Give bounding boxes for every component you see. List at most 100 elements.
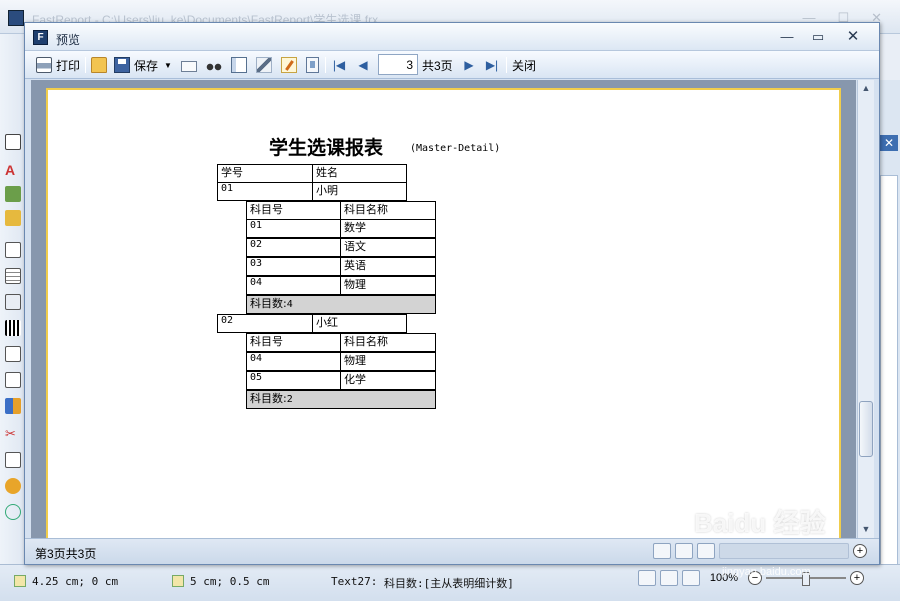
- student-name: 小明: [312, 182, 407, 201]
- course-count-value: 4: [286, 299, 293, 310]
- next-page-icon: ▶: [464, 58, 474, 72]
- toolbar-separator: [325, 57, 326, 73]
- watermark-button[interactable]: [305, 56, 319, 74]
- find-button[interactable]: [206, 56, 222, 74]
- size-readout: 5 cm; 0.5 cm: [172, 575, 269, 588]
- detail-header-cell: 科目名称: [340, 201, 436, 220]
- course-code: 04: [246, 276, 341, 295]
- next-page-button[interactable]: ▶: [461, 56, 477, 74]
- folder-icon: [91, 57, 107, 73]
- scroll-down-icon[interactable]: ▼: [858, 521, 874, 537]
- preview-window: F 预览 — ▭ ✕ 打印 保存 ▼ |◀ ◀ 3 共3页 ▶ ▶| 关闭 学生…: [24, 22, 880, 565]
- subreport-tool-icon[interactable]: [5, 242, 21, 258]
- multi-page-icon[interactable]: [681, 570, 700, 586]
- course-name: 物理: [340, 352, 436, 371]
- course-code: 01: [246, 219, 341, 238]
- print-label: 打印: [56, 58, 81, 73]
- edit-page-button[interactable]: [281, 56, 297, 74]
- position-value: 4.25 cm; 0 cm: [32, 575, 119, 588]
- zoom-in-icon[interactable]: +: [850, 571, 864, 585]
- first-page-icon: |◀: [332, 58, 346, 72]
- page-number-input[interactable]: 3: [378, 54, 418, 75]
- preview-maximize-icon[interactable]: ▭: [808, 29, 828, 45]
- barcode-tool-icon[interactable]: [5, 320, 21, 336]
- binoculars-icon: [206, 57, 222, 73]
- toolbar-separator: [506, 57, 507, 73]
- first-page-button[interactable]: |◀: [331, 56, 347, 74]
- save-label: 保存: [134, 58, 159, 73]
- preview-toolbar: 打印 保存 ▼ |◀ ◀ 3 共3页 ▶ ▶| 关闭: [25, 51, 879, 79]
- page-view-icon[interactable]: [637, 570, 656, 586]
- course-code: 04: [246, 352, 341, 371]
- watermark-logo: Baidu 经验: [694, 508, 826, 538]
- course-count-value: 2: [286, 394, 293, 405]
- page-view-icon[interactable]: [653, 543, 671, 559]
- single-page-icon[interactable]: [659, 570, 678, 586]
- preview-canvas[interactable]: 学生选课报表 (Master-Detail) 学号 姓名 01 小明 科目号 科…: [31, 80, 856, 538]
- size-icon: [172, 575, 184, 587]
- outline-icon: [231, 57, 247, 73]
- scroll-thumb[interactable]: [859, 401, 873, 457]
- print-button[interactable]: 打印: [36, 56, 80, 74]
- object-text: 科目数:[主从表明细计数]: [384, 577, 514, 590]
- course-name: 物理: [340, 276, 436, 295]
- page-setup-button[interactable]: [256, 56, 272, 74]
- open-button[interactable]: [91, 56, 107, 74]
- preview-view-controls: +: [653, 543, 867, 559]
- panel-close-icon[interactable]: ✕: [880, 135, 898, 151]
- page-setup-icon: [256, 57, 272, 73]
- page-total: 共3页: [422, 56, 453, 74]
- position-readout: 4.25 cm; 0 cm: [14, 575, 118, 588]
- app-icon: [8, 10, 24, 26]
- preview-statusbar: 第3页共3页 +: [25, 538, 879, 564]
- course-name: 数学: [340, 219, 436, 238]
- page-icon: [306, 57, 319, 73]
- preview-minimize-icon[interactable]: —: [777, 29, 797, 45]
- report-title: 学生选课报表: [269, 137, 384, 159]
- page-total-label: 共3页: [422, 58, 453, 73]
- outline-button[interactable]: [231, 56, 247, 74]
- course-count-footer: 科目数:4: [246, 295, 436, 314]
- last-page-button[interactable]: ▶|: [484, 56, 500, 74]
- student-id: 02: [217, 314, 313, 333]
- detail-header-cell: 科目名称: [340, 333, 436, 352]
- vertical-scrollbar[interactable]: ▲ ▼: [857, 80, 874, 538]
- student-id: 01: [217, 182, 313, 201]
- report-subtitle: (Master-Detail): [410, 143, 501, 154]
- prev-page-icon: ◀: [358, 58, 368, 72]
- object-name: Text27:: [331, 575, 378, 588]
- checkbox-tool-icon[interactable]: [5, 372, 21, 388]
- matrix-tool-icon[interactable]: [5, 294, 21, 310]
- preview-zoom-slider[interactable]: [719, 543, 849, 559]
- email-button[interactable]: [181, 56, 197, 74]
- richtext-tool-icon[interactable]: [5, 346, 21, 362]
- close-button[interactable]: 关闭: [512, 56, 536, 74]
- watermark-url: jingyan.baidu.com: [722, 566, 811, 578]
- master-header-cell: 学号: [217, 164, 313, 183]
- map-tool-icon[interactable]: [5, 478, 21, 494]
- course-code: 03: [246, 257, 341, 276]
- page-status: 第3页共3页: [35, 547, 97, 561]
- band-tool-icon[interactable]: [5, 210, 21, 226]
- chevron-down-icon[interactable]: ▼: [164, 61, 172, 70]
- prev-page-button[interactable]: ◀: [355, 56, 371, 74]
- picture-tool-icon[interactable]: [5, 186, 21, 202]
- pointer-tool-icon[interactable]: [5, 134, 21, 150]
- chart-tool-icon[interactable]: [5, 398, 21, 414]
- preview-zoom-in-icon[interactable]: +: [853, 544, 867, 558]
- course-code: 05: [246, 371, 341, 390]
- single-page-icon[interactable]: [675, 543, 693, 559]
- save-button[interactable]: 保存 ▼: [114, 56, 172, 74]
- preview-close-icon[interactable]: ✕: [843, 29, 863, 45]
- line-tool-icon[interactable]: [5, 452, 21, 468]
- scroll-up-icon[interactable]: ▲: [858, 80, 874, 96]
- detail-header-cell: 科目号: [246, 201, 341, 220]
- toolbar-separator: [85, 57, 86, 73]
- course-count-label: 科目数:: [250, 392, 287, 405]
- gauge-tool-icon[interactable]: [5, 504, 21, 520]
- last-page-icon: ▶|: [485, 58, 499, 72]
- table-tool-icon[interactable]: [5, 268, 21, 284]
- shape-tool-icon[interactable]: ✂: [5, 426, 21, 442]
- text-tool-icon[interactable]: A: [5, 162, 21, 178]
- multi-page-icon[interactable]: [697, 543, 715, 559]
